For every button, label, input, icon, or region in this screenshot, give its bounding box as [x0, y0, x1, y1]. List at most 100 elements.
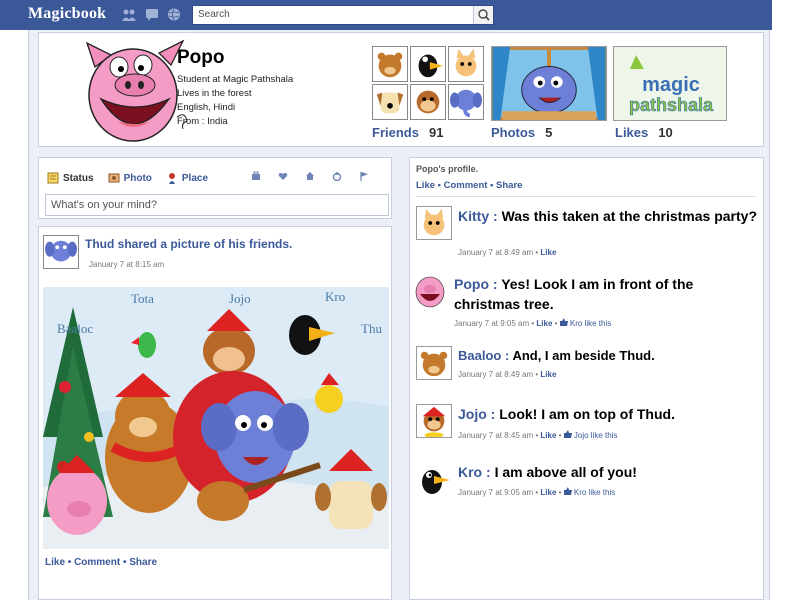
comment-avatar-kitty[interactable]: [416, 206, 452, 240]
magnifier-icon: [478, 9, 490, 21]
comment-text: And, I am beside Thud.: [512, 348, 655, 363]
logo-text-pathshala: pathshala: [629, 95, 714, 115]
like-thumb-icon: [563, 430, 572, 438]
friend-thumb-cat[interactable]: [448, 46, 484, 82]
brand-logo[interactable]: Magicbook: [28, 5, 106, 23]
tab-photo[interactable]: Photo: [108, 172, 152, 184]
status-icon: [47, 172, 59, 184]
friends-thumbnail-grid: [372, 46, 484, 121]
comment-avatar-popo[interactable]: [412, 274, 448, 308]
friend-thumb-crow[interactable]: [410, 46, 446, 82]
photos-preview[interactable]: [491, 46, 607, 121]
messages-icon[interactable]: [145, 8, 159, 21]
photos-link[interactable]: Photos 5: [491, 125, 552, 140]
comment-likers[interactable]: Kro like this: [574, 488, 615, 497]
comment-time[interactable]: January 7 at 8:49 am: [458, 248, 533, 257]
friend-thumb-elephant[interactable]: [448, 84, 484, 120]
post-author-avatar[interactable]: [43, 235, 79, 269]
profile-feed: Popo's profile. Like • Comment • Share K…: [409, 157, 764, 600]
heart-icon[interactable]: [278, 171, 288, 181]
friends-icon[interactable]: [122, 8, 136, 21]
feed-divider: [416, 196, 756, 197]
comment-author[interactable]: Kro :: [458, 464, 491, 480]
comment-text: Was this taken at the christmas party?: [501, 208, 758, 224]
image-label-tota: Tota: [131, 291, 154, 306]
search-input[interactable]: Search: [198, 9, 230, 20]
comment-author[interactable]: Kitty :: [458, 208, 498, 224]
news-post: Thud shared a picture of his friends. Ja…: [38, 226, 392, 600]
composer-tabs: Status Photo Place: [47, 168, 222, 188]
likes-label: Likes: [615, 125, 649, 140]
status-input[interactable]: What's on your mind?: [45, 194, 389, 216]
post-actions[interactable]: Like • Comment • Share: [45, 557, 157, 568]
post-title[interactable]: Thud shared a picture of his friends.: [85, 237, 292, 251]
feed-header: Popo's profile.: [416, 164, 479, 174]
image-label-jojo: Jojo: [229, 291, 251, 306]
home-icon[interactable]: [305, 171, 315, 181]
likes-preview[interactable]: magic pathshala: [613, 46, 727, 121]
tab-place[interactable]: Place: [166, 172, 208, 184]
tab-status[interactable]: Status: [47, 172, 94, 184]
flag-icon[interactable]: [359, 171, 369, 181]
comment-avatar-kro[interactable]: [416, 462, 452, 496]
status-input-placeholder: What's on your mind?: [51, 199, 158, 211]
comment-avatar-baaloo[interactable]: [416, 346, 452, 380]
comment-like-link[interactable]: Like: [540, 248, 556, 257]
comment-body: Popo : Yes! Look I am in front of the ch…: [454, 274, 754, 314]
feed-actions[interactable]: Like • Comment • Share: [416, 180, 522, 191]
post-image-friends[interactable]: Tota Jojo Kro Baaloc Thu: [43, 287, 389, 549]
comment-avatar-jojo[interactable]: [416, 404, 452, 438]
comment-body: Baaloo : And, I am beside Thud.: [458, 346, 758, 366]
post-timestamp[interactable]: January 7 at 8:15 am: [89, 260, 164, 269]
tab-status-label: Status: [63, 172, 94, 184]
comment-time[interactable]: January 7 at 8:49 am: [458, 370, 533, 379]
briefcase-icon[interactable]: [251, 171, 261, 181]
tab-place-label: Place: [181, 172, 209, 184]
tab-photo-label: Photo: [123, 172, 152, 184]
thumb-icon[interactable]: [332, 171, 342, 181]
photo-icon: [108, 173, 120, 183]
image-label-baaloc: Baaloc: [57, 321, 93, 336]
like-thumb-icon: [563, 487, 572, 495]
comment-meta: January 7 at 9:05 am • Like • Kro like t…: [458, 487, 616, 497]
comment-meta: January 7 at 8:49 am • Like: [458, 248, 557, 257]
profile-info-from: From : India: [177, 116, 228, 127]
comment-like-link[interactable]: Like: [536, 319, 552, 328]
comment-time[interactable]: January 7 at 8:45 am: [458, 431, 533, 440]
magic-pathshala-logo: magic pathshala: [614, 47, 726, 120]
globe-icon[interactable]: [167, 8, 181, 21]
comment-time[interactable]: January 7 at 9:05 am: [458, 488, 533, 497]
logo-text-magic: magic: [642, 74, 700, 96]
friend-thumb-dog[interactable]: [372, 84, 408, 120]
top-bar: Magicbook Search: [0, 0, 772, 30]
profile-header: Popo Student at Magic Pathshala Lives in…: [38, 32, 764, 147]
comment-like-link[interactable]: Like: [540, 370, 556, 379]
comment-author[interactable]: Jojo :: [458, 406, 495, 422]
comment-author[interactable]: Baaloo :: [458, 348, 509, 363]
comment-author[interactable]: Popo :: [454, 276, 498, 292]
place-pin-icon: [168, 173, 175, 184]
friends-link[interactable]: Friends 91: [372, 125, 443, 140]
comment-text: I am above all of you!: [494, 464, 637, 480]
status-composer: Status Photo Place What's on your mind?: [38, 157, 392, 219]
comment-likers[interactable]: Kro like this: [570, 319, 611, 328]
comment-like-link[interactable]: Like: [540, 431, 556, 440]
image-label-kro: Kro: [325, 289, 345, 304]
comment-likers[interactable]: Jojo like this: [574, 431, 618, 440]
comment-body: Jojo : Look! I am on top of Thud.: [458, 404, 758, 424]
composer-extra-icons: [251, 171, 369, 181]
search-button[interactable]: [473, 6, 493, 24]
friends-label: Friends: [372, 125, 419, 140]
comment-time[interactable]: January 7 at 9:05 am: [454, 319, 529, 328]
comment-body: Kitty : Was this taken at the christmas …: [458, 206, 758, 226]
search-box[interactable]: Search: [192, 5, 494, 25]
friend-thumb-monkey[interactable]: [410, 84, 446, 120]
profile-info-languages: English, Hindi: [177, 102, 236, 113]
comment-like-link[interactable]: Like: [540, 488, 556, 497]
like-thumb-icon: [559, 318, 568, 326]
friend-thumb-bear[interactable]: [372, 46, 408, 82]
image-label-thu: Thu: [361, 321, 382, 336]
likes-link[interactable]: Likes 10: [615, 125, 673, 140]
profile-info-lives: Lives in the forest: [177, 88, 252, 99]
photos-count: 5: [545, 125, 553, 140]
